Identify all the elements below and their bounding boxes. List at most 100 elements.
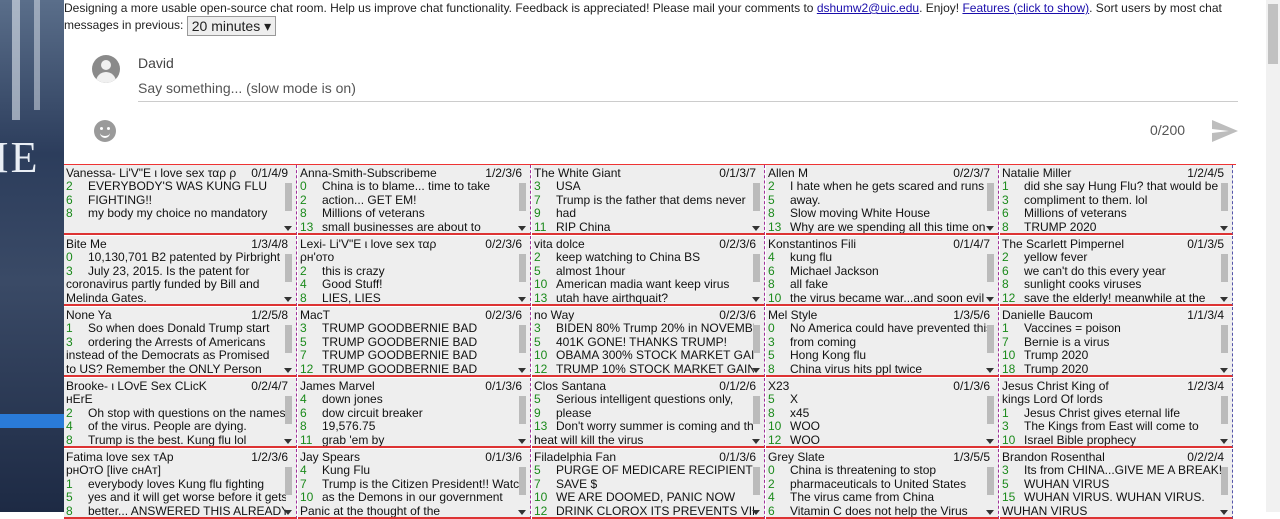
caret-down-icon[interactable] — [518, 226, 526, 231]
cell-scrollbar[interactable] — [518, 179, 527, 231]
cell-scrollbar[interactable] — [518, 250, 527, 302]
cell-username[interactable]: Bite Me — [66, 238, 236, 252]
caret-down-icon[interactable] — [1220, 297, 1228, 302]
cell-scrollbar[interactable] — [752, 179, 761, 231]
caret-down-icon[interactable] — [518, 297, 526, 302]
cell-scroll-thumb[interactable] — [519, 467, 526, 495]
cell-username[interactable]: Jesus Christ King of — [1002, 380, 1172, 394]
cell-username[interactable]: Natalie Miller — [1002, 167, 1172, 181]
cell-username[interactable]: Vanessa- Li'V"E ι love sex ταρ ρн'ото — [66, 167, 236, 181]
cell-username[interactable]: Grey Slate — [768, 451, 938, 465]
cell-username[interactable]: The Scarlett Pimpernel — [1002, 238, 1172, 252]
cell-scrollbar[interactable] — [284, 179, 293, 231]
scrollbar-thumb[interactable] — [1268, 4, 1278, 64]
cell-username[interactable]: Anna-Smith-Subscribeme — [300, 167, 470, 181]
cell-scrollbar[interactable] — [518, 321, 527, 373]
email-link[interactable]: dshumw2@uic.edu — [817, 1, 919, 15]
caret-down-icon[interactable] — [986, 510, 994, 515]
cell-username[interactable]: Allen M — [768, 167, 938, 181]
cell-scroll-thumb[interactable] — [285, 396, 292, 424]
caret-down-icon[interactable] — [986, 297, 994, 302]
send-icon[interactable] — [1210, 118, 1240, 144]
cell-scrollbar[interactable] — [752, 250, 761, 302]
cell-scrollbar[interactable] — [1220, 179, 1229, 231]
cell-scroll-thumb[interactable] — [753, 183, 760, 211]
time-window-select[interactable]: 20 minutes ▾ — [186, 16, 277, 36]
emoji-icon[interactable] — [94, 120, 116, 142]
cell-scroll-thumb[interactable] — [753, 396, 760, 424]
cell-username[interactable]: Brooke- ι LOvE Sex CLicK — [66, 380, 236, 394]
cell-scroll-thumb[interactable] — [1221, 325, 1228, 353]
cell-scroll-thumb[interactable] — [753, 254, 760, 282]
cell-scroll-thumb[interactable] — [1221, 467, 1228, 495]
cell-username[interactable]: Danielle Baucom — [1002, 309, 1172, 323]
cell-scroll-thumb[interactable] — [1221, 183, 1228, 211]
cell-scroll-thumb[interactable] — [987, 254, 994, 282]
cell-scroll-thumb[interactable] — [285, 183, 292, 211]
cell-scroll-thumb[interactable] — [519, 254, 526, 282]
cell-scroll-thumb[interactable] — [519, 396, 526, 424]
caret-down-icon[interactable] — [284, 510, 292, 515]
cell-scroll-thumb[interactable] — [519, 183, 526, 211]
cell-scroll-thumb[interactable] — [285, 325, 292, 353]
caret-down-icon[interactable] — [284, 226, 292, 231]
cell-scrollbar[interactable] — [518, 392, 527, 444]
cell-scroll-thumb[interactable] — [519, 325, 526, 353]
cell-scrollbar[interactable] — [1220, 392, 1229, 444]
cell-scrollbar[interactable] — [752, 463, 761, 515]
cell-scrollbar[interactable] — [986, 463, 995, 515]
cell-scroll-thumb[interactable] — [987, 183, 994, 211]
cell-username[interactable]: Konstantinos Fili — [768, 238, 938, 252]
cell-username[interactable]: Brandon Rosenthal — [1002, 451, 1172, 465]
caret-down-icon[interactable] — [1220, 439, 1228, 444]
cell-scroll-thumb[interactable] — [987, 467, 994, 495]
cell-scrollbar[interactable] — [284, 250, 293, 302]
cell-scroll-thumb[interactable] — [987, 325, 994, 353]
cell-scroll-thumb[interactable] — [987, 396, 994, 424]
cell-username[interactable]: Clos Santana — [534, 380, 704, 394]
caret-down-icon[interactable] — [986, 439, 994, 444]
cell-scrollbar[interactable] — [284, 392, 293, 444]
cell-username[interactable]: Fatima love sex тAp — [66, 451, 236, 465]
features-link[interactable]: Features (click to show) — [962, 1, 1089, 15]
cell-username[interactable]: None Ya — [66, 309, 236, 323]
cell-scrollbar[interactable] — [986, 392, 995, 444]
message-input[interactable] — [138, 78, 1238, 102]
cell-username[interactable]: Jay Spears — [300, 451, 470, 465]
caret-down-icon[interactable] — [752, 439, 760, 444]
cell-username[interactable]: Filadelphia Fan — [534, 451, 704, 465]
caret-down-icon[interactable] — [284, 368, 292, 373]
cell-scrollbar[interactable] — [752, 321, 761, 373]
caret-down-icon[interactable] — [986, 226, 994, 231]
cell-username[interactable]: no Way — [534, 309, 704, 323]
cell-scrollbar[interactable] — [1220, 250, 1229, 302]
cell-scrollbar[interactable] — [752, 392, 761, 444]
cell-scroll-thumb[interactable] — [285, 254, 292, 282]
page-scrollbar[interactable] — [1266, 0, 1280, 512]
cell-scrollbar[interactable] — [518, 463, 527, 515]
cell-scrollbar[interactable] — [284, 463, 293, 515]
caret-down-icon[interactable] — [752, 297, 760, 302]
cell-scrollbar[interactable] — [986, 250, 995, 302]
cell-scrollbar[interactable] — [1220, 321, 1229, 373]
caret-down-icon[interactable] — [1220, 226, 1228, 231]
cell-scrollbar[interactable] — [986, 179, 995, 231]
caret-down-icon[interactable] — [284, 297, 292, 302]
cell-scroll-thumb[interactable] — [753, 325, 760, 353]
caret-down-icon[interactable] — [1220, 368, 1228, 373]
cell-username[interactable]: MacT — [300, 309, 470, 323]
cell-username[interactable]: vita dolce — [534, 238, 704, 252]
caret-down-icon[interactable] — [284, 439, 292, 444]
caret-down-icon[interactable] — [752, 226, 760, 231]
cell-scroll-thumb[interactable] — [753, 467, 760, 495]
caret-down-icon[interactable] — [518, 510, 526, 515]
caret-down-icon[interactable] — [1220, 510, 1228, 515]
cell-username[interactable]: The White Giant — [534, 167, 704, 181]
cell-username[interactable]: Mel Style — [768, 309, 938, 323]
cell-scrollbar[interactable] — [1220, 463, 1229, 515]
caret-down-icon[interactable] — [986, 368, 994, 373]
cell-scrollbar[interactable] — [284, 321, 293, 373]
caret-down-icon[interactable] — [518, 439, 526, 444]
cell-username[interactable]: James Marvel — [300, 380, 470, 394]
cell-username[interactable]: Lexi- Li'V"E ι love sex ταρ — [300, 238, 470, 252]
